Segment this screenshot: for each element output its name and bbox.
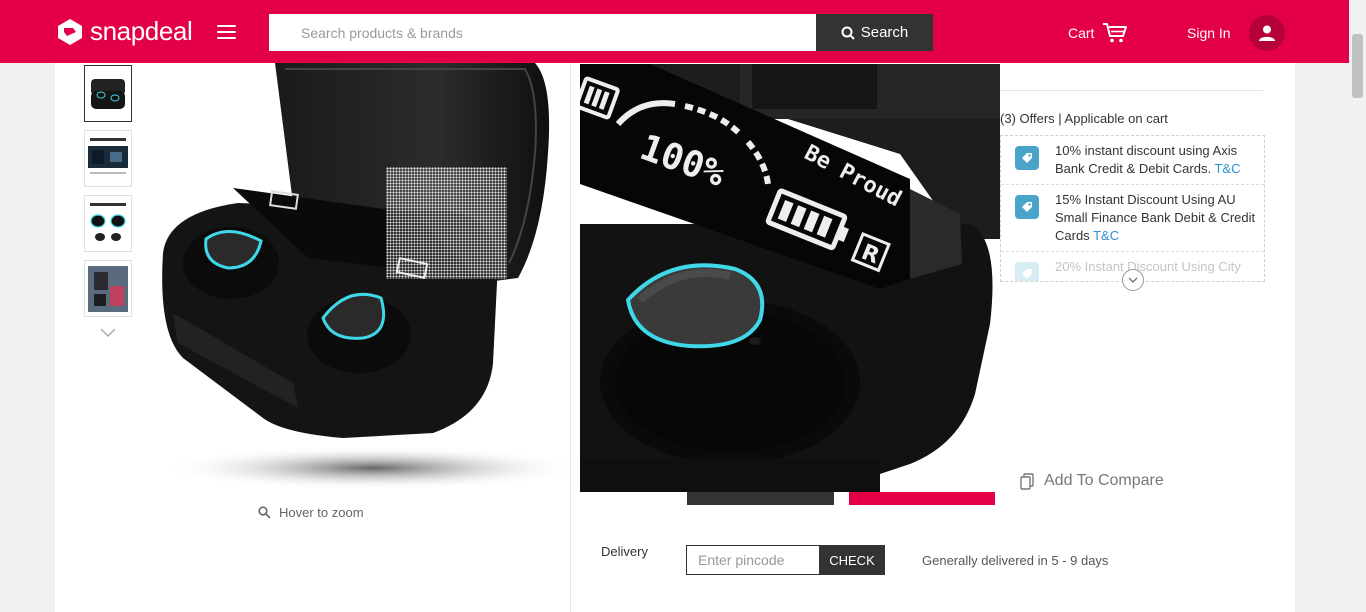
offer-item: 10% instant discount using Axis Bank Cre… [1001,136,1264,185]
offer-tnc-link[interactable]: T&C [1214,161,1240,176]
pincode-input[interactable] [686,545,819,575]
thumbnail-3[interactable] [84,195,132,252]
top-header: snapdeal Search Cart Sign In [0,0,1366,63]
user-icon [1259,25,1275,41]
cart-button[interactable]: Cart [1068,22,1128,44]
search-bar: Search [269,14,933,51]
offers-list: 10% instant discount using Axis Bank Cre… [1000,135,1265,282]
offer-text: 15% Instant Discount Using AU Small Fina… [1055,192,1256,243]
chevron-down-icon [100,328,116,338]
chevron-down-icon [1128,277,1138,283]
thumbnail-scroll-down[interactable] [84,325,132,343]
page-scrollbar[interactable] [1349,0,1366,612]
check-pincode-button[interactable]: CHECK [819,545,885,575]
search-button-label: Search [860,24,909,41]
compare-icon [1020,472,1034,490]
offer-text: 20% Instant Discount Using City [1055,259,1241,274]
product-gallery: Hover to zoom [55,63,583,612]
offer-tag-icon [1015,146,1039,170]
search-icon [841,26,855,40]
offer-tnc-link[interactable]: T&C [1093,228,1119,243]
snapdeal-logo-icon [55,17,85,47]
thumbnail-4[interactable] [84,260,132,317]
buy-now-button[interactable] [849,491,995,505]
lifestyle-thumbnail [88,265,128,312]
search-button[interactable]: Search [816,14,933,51]
delivery-label: Delivery [601,544,648,559]
feature-banner-thumbnail [88,137,128,174]
product-main-image[interactable] [143,63,583,493]
zoom-preview-pane: 100% Be Proud R [580,64,1000,492]
offer-tag-icon [1015,262,1039,281]
scrollbar-thumb[interactable] [1352,34,1363,98]
add-to-compare-button[interactable]: Add To Compare [1020,472,1164,490]
thumbnail-2[interactable] [84,130,132,187]
zoomed-product-image: 100% Be Proud R [580,64,1000,492]
delivery-estimate: Generally delivered in 5 - 9 days [922,553,1109,568]
search-input[interactable] [269,14,816,51]
offers-expand-button[interactable] [1122,269,1144,291]
hover-zoom-label: Hover to zoom [279,505,364,520]
logo-text: snapdeal [90,16,193,46]
section-divider [1000,90,1263,91]
user-avatar[interactable] [1249,15,1285,51]
compare-label: Add To Compare [1044,472,1164,489]
touch-feature-thumbnail [90,202,126,241]
thumbnail-strip [84,65,132,343]
add-to-cart-button[interactable] [687,491,834,505]
pincode-checker: CHECK [686,545,885,575]
offers-heading: (3) Offers | Applicable on cart [1000,111,1168,126]
thumbnail-1[interactable] [84,65,132,122]
cart-label: Cart [1068,25,1095,41]
offer-text: 10% instant discount using Axis Bank Cre… [1055,143,1238,176]
earbuds-case-thumbnail [91,78,125,109]
hover-zoom-hint: Hover to zoom [258,505,364,520]
zoom-lens [386,167,507,279]
sign-in-link[interactable]: Sign In [1187,25,1231,41]
cart-icon [1103,23,1128,43]
offer-tag-icon [1015,195,1039,219]
magnifier-icon [258,506,271,519]
snapdeal-logo[interactable]: snapdeal [55,16,193,47]
hamburger-menu-icon[interactable] [217,25,236,40]
offer-item: 15% Instant Discount Using AU Small Fina… [1001,185,1264,252]
